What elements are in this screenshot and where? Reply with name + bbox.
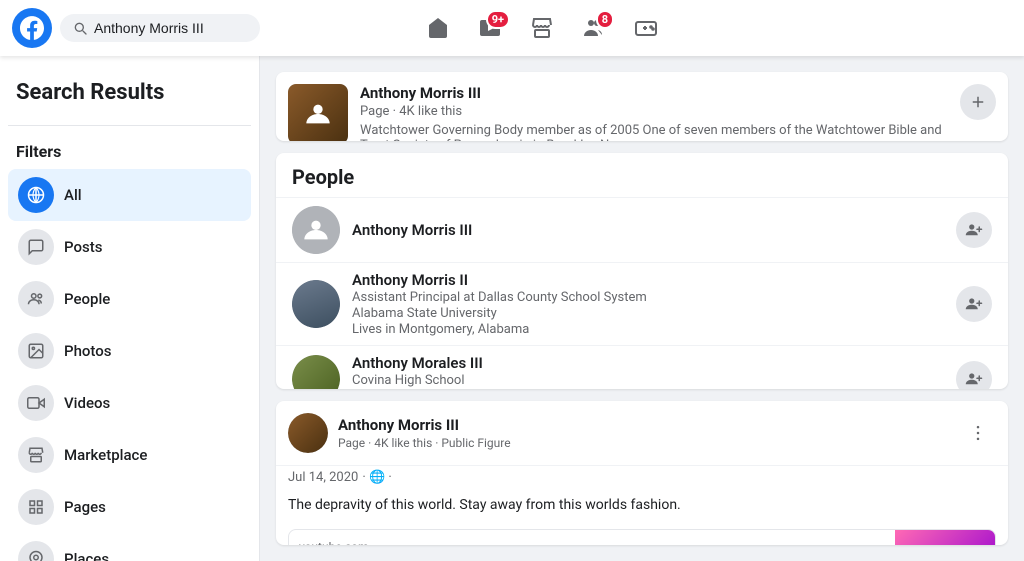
- person-row: Anthony Morris III: [276, 197, 1008, 262]
- post-privacy-icon: · 🌐 ·: [362, 470, 391, 485]
- sidebar-item-label: Videos: [64, 394, 110, 412]
- videos-icon: [18, 385, 54, 421]
- person-detail-2b: Alabama State University: [352, 306, 944, 321]
- page-info: Anthony Morris III Page · 4K like this W…: [360, 84, 948, 141]
- person-avatar-1: [292, 206, 340, 254]
- search-input[interactable]: Anthony Morris III: [94, 20, 234, 36]
- post-date: Jul 14, 2020: [288, 470, 358, 485]
- gaming-nav-button[interactable]: [622, 6, 670, 50]
- places-icon: [18, 541, 54, 561]
- friends-badge: 8: [596, 10, 614, 29]
- person-avatar-3: [292, 355, 340, 388]
- filters-label: Filters: [8, 134, 251, 169]
- page-name: Anthony Morris III: [360, 84, 948, 102]
- page-title: Search Results: [8, 72, 251, 117]
- page-result-row: Anthony Morris III Page · 4K like this W…: [276, 72, 1008, 141]
- person-name-3: Anthony Morales III: [352, 354, 944, 372]
- add-friend-button-1[interactable]: [956, 212, 992, 248]
- post-date-line: Jul 14, 2020 · 🌐 ·: [276, 465, 1008, 489]
- person-row: Anthony Morales III Covina High School L…: [276, 345, 1008, 388]
- sidebar-item-label: Pages: [64, 498, 106, 516]
- post-link-preview[interactable]: youtube.com Why Don't Men Wear High Heel…: [288, 529, 996, 545]
- post-more-button[interactable]: [960, 415, 996, 451]
- sidebar-item-label: Places: [64, 550, 109, 561]
- sidebar-item-label: Marketplace: [64, 446, 147, 464]
- video-badge: 9+: [486, 10, 510, 29]
- sidebar-item-videos[interactable]: Videos: [8, 377, 251, 429]
- person-row: Anthony Morris II Assistant Principal at…: [276, 262, 1008, 345]
- sidebar-divider: [8, 125, 251, 126]
- nav-left: Anthony Morris III: [12, 8, 272, 48]
- photos-icon: [18, 333, 54, 369]
- search-bar[interactable]: Anthony Morris III: [60, 14, 260, 42]
- post-header: Anthony Morris III Page · 4K like this ·…: [276, 401, 1008, 465]
- person-detail-2c: Lives in Montgomery, Alabama: [352, 322, 944, 337]
- page-type: Page · 4K like this: [360, 104, 948, 119]
- post-info: Anthony Morris III Page · 4K like this ·…: [338, 416, 950, 450]
- person-detail-3a: Covina High School: [352, 373, 944, 388]
- sidebar-item-places[interactable]: Places: [8, 533, 251, 561]
- sidebar: Search Results Filters All Posts People: [0, 56, 260, 561]
- sidebar-item-label: Photos: [64, 342, 111, 360]
- pages-icon: [18, 489, 54, 525]
- person-avatar-2: [292, 280, 340, 328]
- sidebar-item-marketplace[interactable]: Marketplace: [8, 429, 251, 481]
- person-detail-2a: Assistant Principal at Dallas County Sch…: [352, 290, 944, 305]
- post-link-thumbnail: Why Don't MenWear High Heels: [895, 530, 995, 545]
- marketplace-nav-button[interactable]: [518, 6, 566, 50]
- main-layout: Search Results Filters All Posts People: [0, 56, 1024, 561]
- post-avatar: [288, 413, 328, 453]
- add-friend-button-2[interactable]: [956, 286, 992, 322]
- add-friend-button-3[interactable]: [956, 361, 992, 388]
- post-meta: Page · 4K like this · Public Figure: [338, 436, 950, 450]
- post-link-text: youtube.com Why Don't Men Wear High Heel…: [289, 530, 895, 545]
- all-icon: [18, 177, 54, 213]
- page-description: Watchtower Governing Body member as of 2…: [360, 123, 948, 141]
- people-icon: [18, 281, 54, 317]
- page-avatar: [288, 84, 348, 141]
- video-nav-button[interactable]: 9+: [466, 6, 514, 50]
- sidebar-item-posts[interactable]: Posts: [8, 221, 251, 273]
- sidebar-item-photos[interactable]: Photos: [8, 325, 251, 377]
- sidebar-item-label: People: [64, 290, 110, 308]
- post-link-thumb-text: Why Don't MenWear High Heels: [904, 541, 987, 545]
- person-name-1: Anthony Morris III: [352, 221, 944, 239]
- person-info-3: Anthony Morales III Covina High School L…: [352, 354, 944, 388]
- facebook-logo[interactable]: [12, 8, 52, 48]
- posts-icon: [18, 229, 54, 265]
- sidebar-item-label: Posts: [64, 238, 102, 256]
- friends-nav-button[interactable]: 8: [570, 6, 618, 50]
- home-nav-button[interactable]: [414, 6, 462, 50]
- marketplace-icon: [18, 437, 54, 473]
- main-content: Anthony Morris III Page · 4K like this W…: [260, 56, 1024, 561]
- person-info-2: Anthony Morris II Assistant Principal at…: [352, 271, 944, 337]
- page-result-card: Anthony Morris III Page · 4K like this W…: [276, 72, 1008, 141]
- sidebar-item-people[interactable]: People: [8, 273, 251, 325]
- person-info-1: Anthony Morris III: [352, 221, 944, 239]
- add-page-button[interactable]: [960, 84, 996, 120]
- post-name: Anthony Morris III: [338, 416, 950, 434]
- nav-center: 9+ 8: [272, 6, 812, 50]
- sidebar-item-all[interactable]: All: [8, 169, 251, 221]
- people-section-card: People Anthony Morris III: [276, 153, 1008, 388]
- post-card: Anthony Morris III Page · 4K like this ·…: [276, 401, 1008, 545]
- post-link-domain: youtube.com: [299, 540, 885, 545]
- sidebar-item-pages[interactable]: Pages: [8, 481, 251, 533]
- people-section-title: People: [276, 153, 1008, 197]
- person-name-2: Anthony Morris II: [352, 271, 944, 289]
- sidebar-item-label: All: [64, 186, 82, 204]
- top-nav: Anthony Morris III 9+ 8: [0, 0, 1024, 56]
- post-content: The depravity of this world. Stay away f…: [276, 489, 1008, 521]
